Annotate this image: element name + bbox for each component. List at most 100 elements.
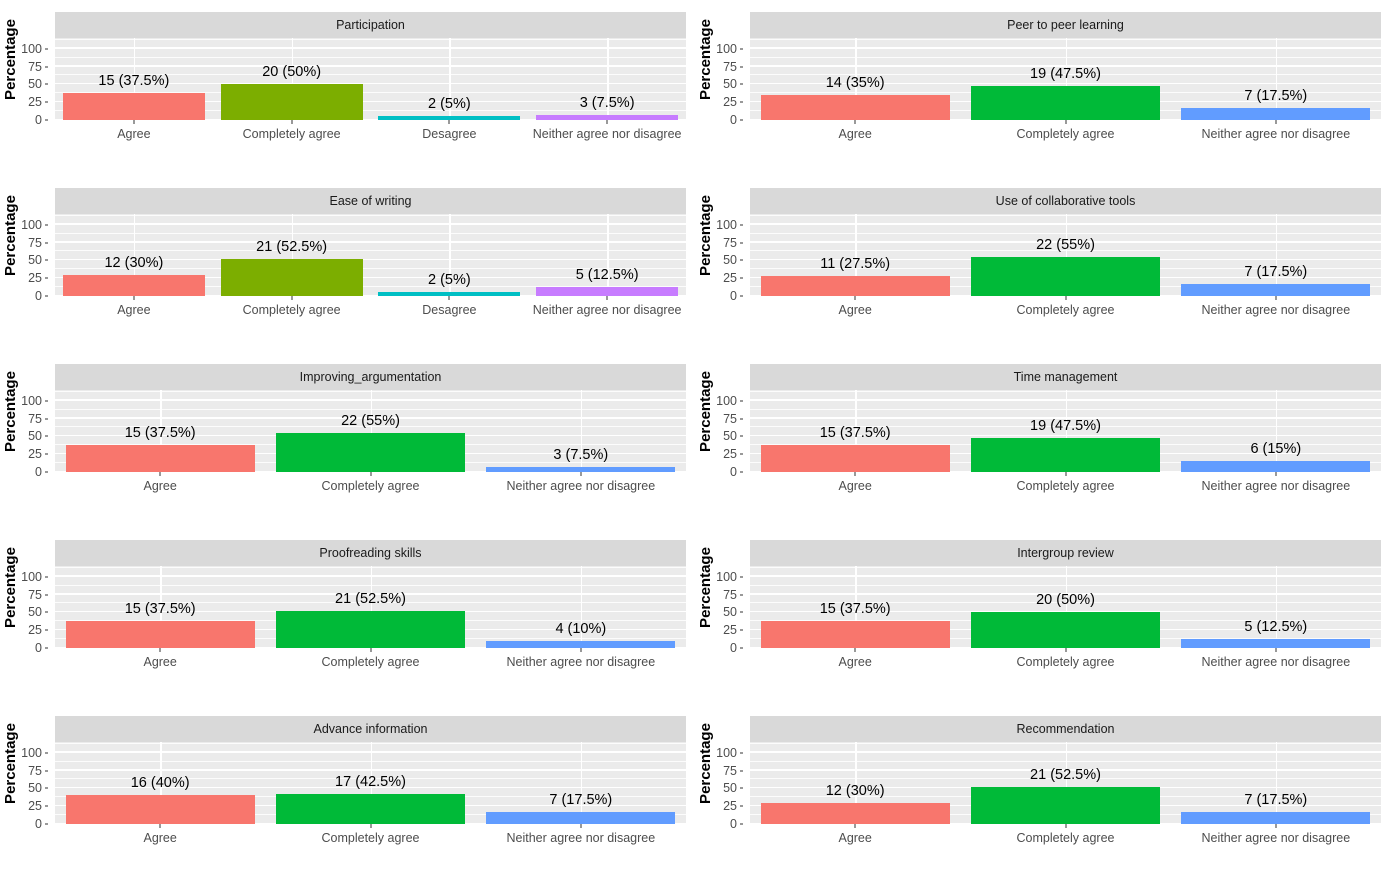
- y-tick-label: 25: [723, 799, 737, 814]
- y-tick-label: 0: [35, 289, 42, 303]
- facet-strip-label: Recommendation: [1016, 722, 1115, 736]
- bar: [275, 432, 466, 472]
- x-tick-label: Completely agree: [1016, 303, 1115, 317]
- y-tick-label: 50: [723, 77, 737, 92]
- y-axis-title: Percentage: [695, 176, 715, 294]
- y-tick-mark: [45, 295, 48, 297]
- x-tick-mark: [159, 648, 161, 652]
- x-tick-label: Completely agree: [1016, 655, 1115, 669]
- x-tick-mark: [291, 296, 293, 300]
- y-tick-mark: [45, 224, 48, 226]
- x-tick-mark: [448, 296, 450, 300]
- bar-value-label: 16 (40%): [130, 775, 190, 792]
- facet-panel: Percentage 0 25 50 75 100 Advance information 1…: [0, 704, 695, 870]
- y-tick-label: 50: [28, 77, 42, 92]
- x-tick-mark: [1275, 120, 1277, 124]
- x-tick-label: Agree: [143, 831, 177, 845]
- plot-area: 15 (37.5%) 20 (50%) 5 (12.5%): [750, 566, 1381, 648]
- facet-strip-label: Proofreading skills: [319, 546, 422, 560]
- y-tick-label: 50: [28, 605, 42, 620]
- bar: [65, 445, 255, 472]
- facet-panel: Percentage 0 25 50 75 100 Time management 15 (3…: [695, 352, 1390, 528]
- plot-area: 15 (37.5%) 22 (55%) 3 (7.5%): [55, 390, 686, 472]
- plot-area: 15 (37.5%) 20 (50%) 2 (5%) 3 (7.5%): [55, 38, 686, 120]
- y-tick-label: 0: [730, 289, 737, 303]
- x-tick-mark: [370, 648, 371, 652]
- x-tick-label: Agree: [838, 655, 872, 669]
- bar: [65, 621, 255, 648]
- y-tick-label: 25: [28, 623, 42, 638]
- bar: [62, 93, 205, 120]
- bar: [970, 256, 1161, 296]
- y-tick-mark: [45, 277, 48, 279]
- x-tick-label: Neither agree nor disagree: [1201, 655, 1351, 669]
- x-axis: Agree Completely agree Neither agree nor d…: [55, 648, 686, 682]
- x-tick-mark: [854, 472, 856, 476]
- x-axis: Agree Completely agree Neither agree nor d…: [55, 824, 686, 858]
- y-axis-title-label: Percentage: [1, 722, 19, 804]
- bar: [760, 276, 950, 296]
- x-axis: Agree Completely agree Desagree Neither agr…: [55, 120, 686, 154]
- x-tick-mark: [606, 296, 608, 300]
- bar-value-label: 21 (52.5%): [256, 238, 328, 255]
- x-tick-mark: [291, 120, 293, 124]
- y-tick-mark: [740, 453, 743, 455]
- y-tick-label: 50: [723, 429, 737, 444]
- x-tick-mark: [1275, 824, 1277, 828]
- y-tick-mark: [740, 48, 743, 50]
- bar-value-label: 11 (27.5%): [820, 256, 891, 273]
- y-tick-mark: [45, 787, 48, 789]
- facet-strip-label: Improving_argumentation: [299, 370, 442, 384]
- y-tick-mark: [740, 770, 743, 772]
- gridline-major-y: [55, 47, 686, 49]
- y-axis-title-label: Percentage: [696, 370, 714, 452]
- facet-strip: Proofreading skills: [55, 540, 686, 566]
- bar: [536, 287, 679, 296]
- y-axis-title-label: Percentage: [1, 18, 19, 100]
- y-tick-label: 0: [730, 465, 737, 479]
- bar-value-label: 14 (35%): [825, 75, 885, 92]
- y-tick-mark: [740, 259, 743, 261]
- y-tick-label: 0: [35, 465, 42, 479]
- y-tick-label: 0: [730, 113, 737, 127]
- x-tick-mark: [1275, 296, 1277, 300]
- x-tick-label: Neither agree nor disagree: [532, 303, 682, 317]
- x-tick-label: Completely agree: [1016, 479, 1115, 493]
- bar-value-label: 22 (55%): [1036, 236, 1095, 253]
- bar-value-label: 3 (7.5%): [579, 94, 635, 111]
- y-tick-mark: [740, 400, 743, 402]
- y-axis-title: Percentage: [0, 176, 20, 294]
- gridline-major-y: [55, 241, 686, 243]
- y-tick-label: 100: [716, 41, 737, 56]
- y-tick-mark: [45, 435, 48, 437]
- y-tick-label: 0: [730, 641, 737, 655]
- x-tick-label: Neither agree nor disagree: [1201, 127, 1351, 141]
- y-tick-mark: [45, 805, 48, 807]
- y-tick-label: 100: [716, 393, 737, 408]
- x-tick-label: Agree: [838, 303, 872, 317]
- x-tick-label: Completely agree: [1016, 831, 1115, 845]
- facet-strip-label: Advance information: [313, 722, 428, 736]
- y-tick-label: 100: [21, 393, 42, 408]
- bar-value-label: 15 (37.5%): [819, 601, 891, 618]
- y-tick-mark: [45, 647, 48, 649]
- y-tick-label: 50: [28, 429, 42, 444]
- bar: [275, 793, 466, 824]
- x-tick-label: Completely agree: [321, 655, 420, 669]
- bar-value-label: 19 (47.5%): [1030, 66, 1101, 83]
- bar: [486, 811, 676, 824]
- y-tick-mark: [740, 611, 743, 613]
- gridline-major-y: [55, 65, 686, 67]
- x-tick-mark: [854, 824, 856, 828]
- y-tick-label: 75: [28, 763, 42, 778]
- y-axis-ticks: 0 25 50 75 100: [713, 550, 743, 655]
- bar-value-label: 12 (30%): [825, 782, 885, 799]
- bar-value-label: 20 (50%): [1036, 592, 1095, 609]
- x-tick-label: Agree: [838, 831, 872, 845]
- bar: [65, 795, 255, 824]
- bar: [760, 802, 950, 824]
- y-tick-mark: [45, 101, 48, 103]
- y-tick-label: 0: [730, 817, 737, 831]
- bar-value-label: 15 (37.5%): [124, 425, 196, 442]
- y-tick-mark: [740, 576, 743, 578]
